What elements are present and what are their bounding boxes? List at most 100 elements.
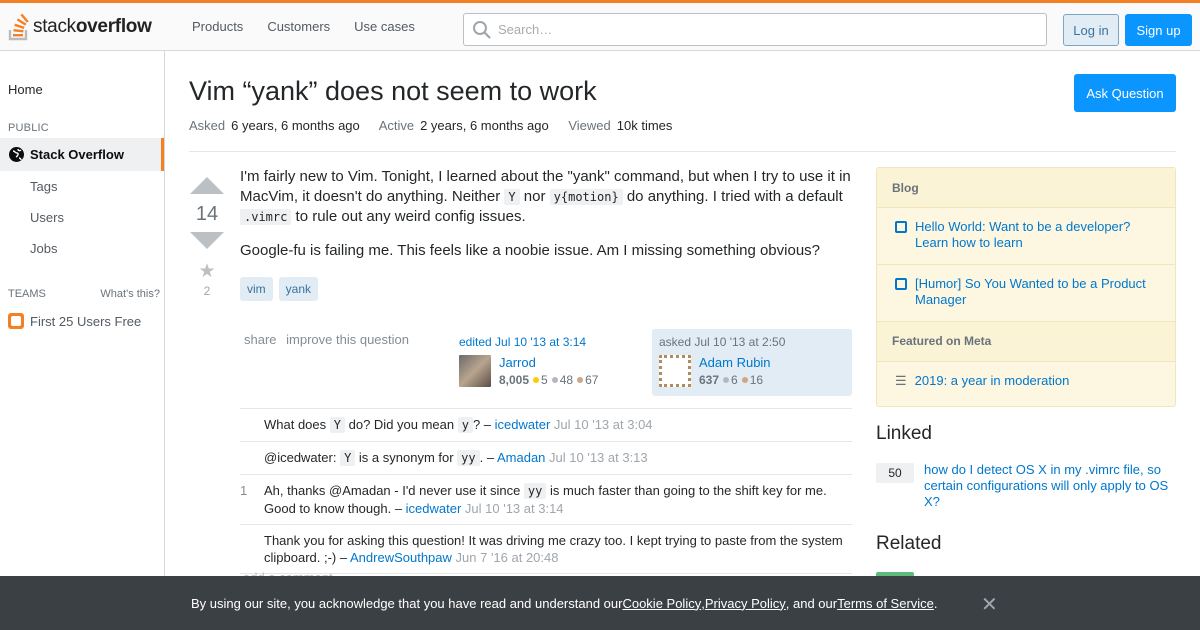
editor-name[interactable]: Jarrod [499,355,598,370]
comment-user-link[interactable]: icedwater [406,501,462,516]
inline-code: yy [523,483,547,499]
favorite-star-icon[interactable]: ★ [189,262,225,281]
top-bar: stackoverflow Products Customers Use cas… [0,0,1200,51]
inline-code: yy [457,450,480,466]
improve-link[interactable]: improve this question [286,332,409,347]
viewed-label: Viewed [568,118,611,133]
linked-count-badge[interactable]: 50 [876,463,914,483]
blog-item[interactable]: Hello World: Want to be a developer? Lea… [877,208,1175,251]
comment-user-link[interactable]: icedwater [495,417,551,432]
inline-code: .vimrc [240,209,292,225]
cookie-policy-link[interactable]: Cookie Policy [622,596,701,611]
featured-meta-header: Featured on Meta [877,322,1175,362]
left-sidebar: Home PUBLIC Stack Overflow Tags Users Jo… [0,51,165,630]
cookie-text: By using our site, you acknowledge that … [191,595,623,611]
search-box[interactable] [463,13,1047,46]
sidebar-item-label: Stack Overflow [30,147,124,162]
linked-heading: Linked [876,423,932,444]
meta-item[interactable]: ☰ 2019: a year in moderation [877,362,1175,389]
comment-date[interactable]: Jul 10 '13 at 3:14 [465,501,564,516]
whats-this-link[interactable]: What's this? [100,288,160,300]
comment-date[interactable]: Jul 10 '13 at 3:04 [554,417,653,432]
sidebar-teams-label: TEAMS [8,288,46,300]
sidebar-public-label: PUBLIC [8,122,49,134]
edited-link[interactable]: edited Jul 10 '13 at 3:14 [459,335,649,349]
ask-question-button[interactable]: Ask Question [1074,74,1176,112]
terms-link[interactable]: Terms of Service [837,596,934,611]
body-paragraph: Google-fu is failing me. This feels like… [240,242,821,259]
top-nav: Products Customers Use cases [180,13,427,40]
vote-count: 14 [195,203,219,225]
close-icon[interactable]: ✕ [981,592,998,617]
comment-text: What does [264,417,330,432]
asker-name[interactable]: Adam Rubin [699,355,771,370]
cookie-banner: By using our site, you acknowledge that … [0,576,1200,630]
body-text: do anything. I tried with a default [622,188,843,205]
nav-use-cases[interactable]: Use cases [342,13,427,40]
comment-user-link[interactable]: AndrewSouthpaw [350,550,452,565]
tag-yank[interactable]: yank [278,277,319,301]
editor-reputation: 8,005 5 48 67 [499,373,598,387]
blog-item[interactable]: [Humor] So You Wanted to be a Product Ma… [877,265,1175,308]
editor-user: Jarrod 8,005 5 48 67 [459,355,649,387]
rep-score: 8,005 [499,373,530,387]
avatar[interactable] [659,355,691,387]
nav-customers[interactable]: Customers [255,13,342,40]
privacy-policy-link[interactable]: Privacy Policy [705,596,786,611]
body-text: to rule out any weird config issues. [291,208,526,225]
comment-user-link[interactable]: Amadan [497,450,545,465]
sidebar-item-home[interactable]: Home [8,82,43,97]
blog-widget: Blog Hello World: Want to be a developer… [876,167,1176,407]
question-meta: Asked 6 years, 6 months ago Active 2 years… [189,118,688,133]
inline-code: y [457,417,473,433]
question-body: I'm fairly new to Vim. Tonight, I learne… [240,167,852,275]
silver-badge-icon [551,377,558,383]
editor-card: edited Jul 10 '13 at 3:14 Jarrod 8,005 5 4… [459,329,649,391]
stack-exchange-icon: ☰ [895,373,907,388]
upvote-icon[interactable] [190,177,224,194]
viewed-value: 10k times [616,118,673,133]
bronze-badge-icon [577,377,584,383]
question-title[interactable]: Vim “yank” does not seem to work [189,76,597,107]
silver-count: 48 [559,373,574,387]
comment-date[interactable]: Jun 7 '16 at 20:48 [456,550,559,565]
linked-item: 50 how do I detect OS X in my .vimrc fil… [876,462,1176,510]
sidebar-teams-header: TEAMS What's this? [8,288,160,300]
body-text: nor [519,188,550,205]
sidebar-item-users[interactable]: Users [30,210,64,225]
cookie-text: . [933,595,938,611]
comment-date[interactable]: Jul 10 '13 at 3:13 [549,450,648,465]
search-icon [473,20,491,39]
sidebar-item-jobs[interactable]: Jobs [30,241,57,256]
speech-bubble-icon [895,221,907,233]
vote-cell: 14 ★ 2 [189,175,225,298]
inline-code: Y [340,450,356,466]
bronze-badge-icon [741,377,748,383]
gold-badge-icon [533,377,540,383]
gold-count: 5 [541,373,548,387]
downvote-icon[interactable] [190,232,224,249]
nav-products[interactable]: Products [180,13,255,40]
linked-question-link[interactable]: how do I detect OS X in my .vimrc file, … [924,462,1176,510]
meta-item-link[interactable]: 2019: a year in moderation [915,373,1070,389]
speech-bubble-icon [895,278,907,290]
login-button[interactable]: Log in [1063,14,1119,46]
related-heading: Related [876,533,942,554]
sidebar-item-stack-overflow[interactable]: Stack Overflow [0,138,164,171]
logo-bold: overflow [75,15,152,37]
comment-score: 1 [240,483,248,498]
search-input[interactable] [498,22,1038,37]
blog-item-link[interactable]: [Humor] So You Wanted to be a Product Ma… [915,276,1160,308]
share-link[interactable]: share [244,332,277,347]
active-label: Active [378,118,415,133]
signup-button[interactable]: Sign up [1125,14,1192,46]
active-value[interactable]: 2 years, 6 months ago [420,118,549,133]
blog-item-link[interactable]: Hello World: Want to be a developer? Lea… [915,219,1160,251]
sidebar-item-tags[interactable]: Tags [30,179,57,194]
avatar[interactable] [459,355,491,387]
sidebar-item-first-free[interactable]: First 25 Users Free [8,313,141,329]
asked-label: Asked [189,118,226,133]
stackoverflow-logo[interactable]: stackoverflow [8,3,168,51]
tag-vim[interactable]: vim [240,277,273,301]
bronze-count: 67 [585,373,599,387]
